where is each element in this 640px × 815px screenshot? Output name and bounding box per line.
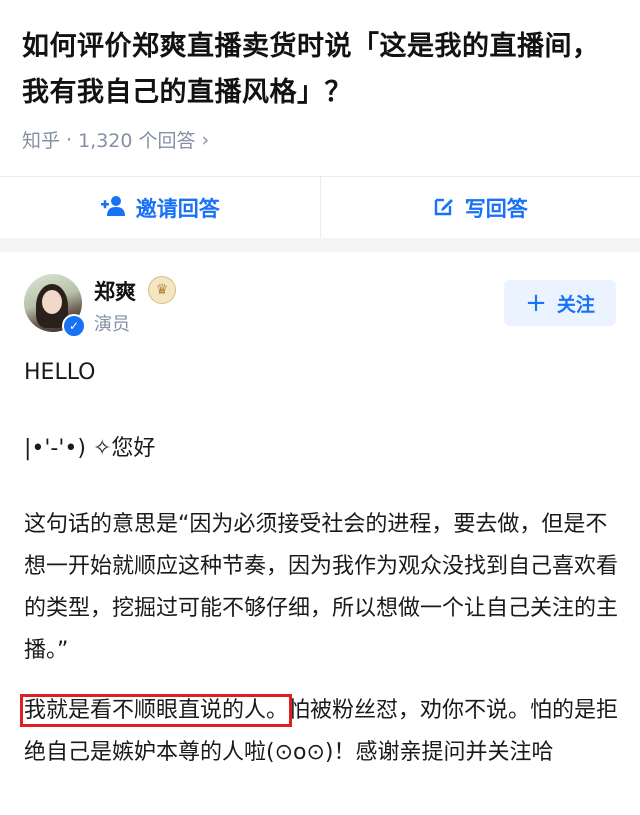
follow-button[interactable]: + 关注 — [504, 280, 616, 326]
source-label: 知乎 — [22, 130, 61, 152]
highlighted-sentence: 我就是看不顺眼直说的人。 — [19, 694, 293, 727]
author-role: 演员 — [94, 314, 130, 335]
answer-count: 1,320 个回答 — [78, 130, 196, 152]
answer-paragraph-4: 我就是看不顺眼直说的人。怕被粉丝怼，劝你不说。怕的是拒绝自己是嫉妒本尊的人啦(⊙… — [19, 690, 620, 774]
write-answer-label: 写回答 — [464, 197, 528, 221]
edit-icon — [433, 195, 455, 222]
crown-badge-icon: ♛ — [148, 276, 176, 304]
answer-paragraph-2: |•'-'•) ✧您好 — [24, 436, 156, 461]
follow-label: 关注 — [556, 293, 595, 316]
meta-separator: · — [66, 128, 73, 151]
author-name[interactable]: 郑爽 — [94, 276, 136, 306]
answer-card: ✓ 郑爽 ♛ 演员 + 关注 HELLO |•'-'•) ✧您好 这句话的意思是… — [0, 252, 640, 765]
invite-answer-label: 邀请回答 — [135, 197, 220, 221]
section-gap — [0, 238, 640, 252]
question-action-bar: 邀请回答 写回答 — [0, 176, 640, 239]
verified-check-icon: ✓ — [62, 314, 86, 338]
add-user-icon — [100, 195, 126, 222]
answer-paragraph-3: 这句话的意思是“因为必须接受社会的进程，要去做，但是不想一开始就顺应这种节奏，因… — [24, 512, 619, 663]
plus-icon: + — [525, 288, 547, 318]
author-row: ✓ 郑爽 ♛ 演员 + 关注 — [0, 252, 640, 342]
question-title[interactable]: 如何评价郑爽直播卖货时说「这是我的直播间，我有我自己的直播风格」？ — [22, 24, 618, 116]
answer-paragraph-1: HELLO — [24, 360, 96, 385]
write-answer-button[interactable]: 写回答 — [321, 177, 640, 239]
chevron-right-icon: › — [201, 128, 210, 151]
invite-answer-button[interactable]: 邀请回答 — [0, 177, 320, 239]
question-meta[interactable]: 知乎 · 1,320 个回答 › — [22, 126, 618, 153]
question-header: 如何评价郑爽直播卖货时说「这是我的直播间，我有我自己的直播风格」？ 知乎 · 1… — [0, 0, 640, 153]
